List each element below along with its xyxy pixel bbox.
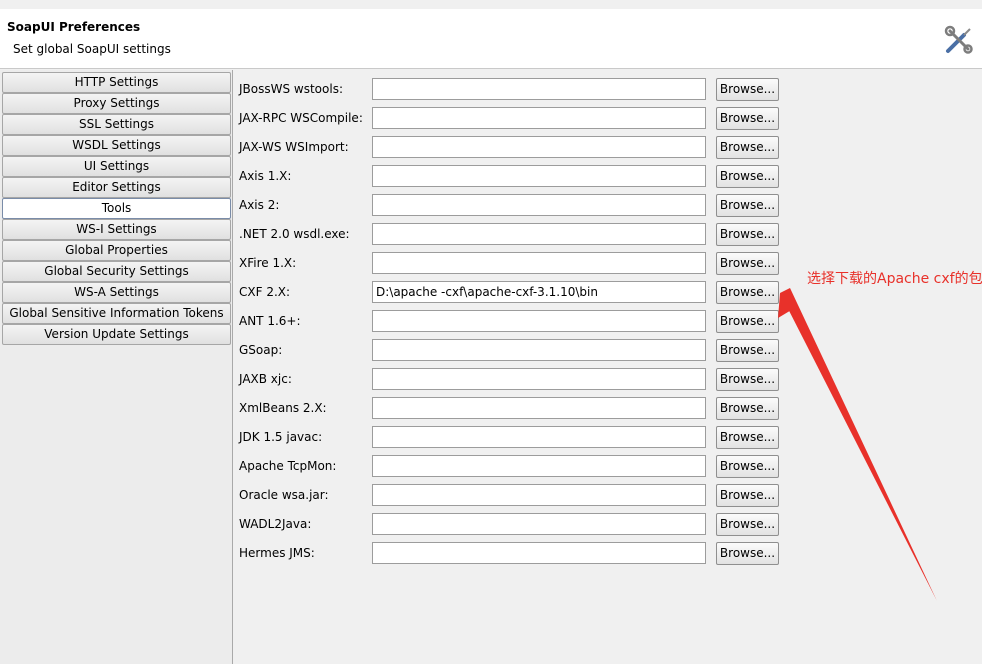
dialog-subtitle: Set global SoapUI settings bbox=[13, 42, 171, 56]
gsoap-path-field[interactable] bbox=[372, 339, 706, 361]
annotation-note: 选择下载的Apache cxf的包 bbox=[807, 271, 982, 287]
dialog-title: SoapUI Preferences bbox=[7, 20, 141, 34]
axis-1-x-path-field[interactable] bbox=[372, 165, 706, 187]
hermes-jms-browse-button[interactable]: Browse... bbox=[716, 542, 779, 565]
cxf-2-x-browse-button[interactable]: Browse... bbox=[716, 281, 779, 304]
sidebar-tab-ws-a-settings[interactable]: WS-A Settings bbox=[2, 282, 231, 303]
sidebar-tab-editor-settings[interactable]: Editor Settings bbox=[2, 177, 231, 198]
cxf-2-x-path-field[interactable]: D:\apache -cxf\apache-cxf-3.1.10\bin bbox=[372, 281, 706, 303]
xfire-1-x-path-field[interactable] bbox=[372, 252, 706, 274]
wadl2java-browse-button[interactable]: Browse... bbox=[716, 513, 779, 536]
tools-icon bbox=[944, 25, 973, 54]
jdk-1-5-javac-browse-button[interactable]: Browse... bbox=[716, 426, 779, 449]
ant-1-6-path-field[interactable] bbox=[372, 310, 706, 332]
ant-1-6-label: ANT 1.6+: bbox=[239, 314, 301, 328]
jbossws-wstools-label: JBossWS wstools: bbox=[239, 82, 343, 96]
sidebar-tab-ws-i-settings[interactable]: WS-I Settings bbox=[2, 219, 231, 240]
jdk-1-5-javac-path-field[interactable] bbox=[372, 426, 706, 448]
window-top-strip bbox=[0, 0, 982, 9]
axis-2-path-field[interactable] bbox=[372, 194, 706, 216]
sidebar-tab-global-sensitive-information-tokens[interactable]: Global Sensitive Information Tokens bbox=[2, 303, 231, 324]
dialog-header: SoapUI Preferences Set global SoapUI set… bbox=[0, 9, 982, 69]
jax-rpc-wscompile-browse-button[interactable]: Browse... bbox=[716, 107, 779, 130]
axis-2-browse-button[interactable]: Browse... bbox=[716, 194, 779, 217]
wadl2java-path-field[interactable] bbox=[372, 513, 706, 535]
apache-tcpmon-path-field[interactable] bbox=[372, 455, 706, 477]
ant-1-6-browse-button[interactable]: Browse... bbox=[716, 310, 779, 333]
jaxb-xjc-path-field[interactable] bbox=[372, 368, 706, 390]
jax-ws-wsimport-path-field[interactable] bbox=[372, 136, 706, 158]
net-2-0-wsdl-exe-browse-button[interactable]: Browse... bbox=[716, 223, 779, 246]
sidebar-tab-global-properties[interactable]: Global Properties bbox=[2, 240, 231, 261]
jax-rpc-wscompile-label: JAX-RPC WSCompile: bbox=[239, 111, 363, 125]
xmlbeans-2-x-path-field[interactable] bbox=[372, 397, 706, 419]
jaxb-xjc-label: JAXB xjc: bbox=[239, 372, 292, 386]
sidebar-tab-proxy-settings[interactable]: Proxy Settings bbox=[2, 93, 231, 114]
hermes-jms-path-field[interactable] bbox=[372, 542, 706, 564]
xmlbeans-2-x-browse-button[interactable]: Browse... bbox=[716, 397, 779, 420]
jax-ws-wsimport-browse-button[interactable]: Browse... bbox=[716, 136, 779, 159]
oracle-wsa-jar-path-field[interactable] bbox=[372, 484, 706, 506]
cxf-2-x-label: CXF 2.X: bbox=[239, 285, 291, 299]
sidebar-tab-global-security-settings[interactable]: Global Security Settings bbox=[2, 261, 231, 282]
axis-2-label: Axis 2: bbox=[239, 198, 280, 212]
jax-ws-wsimport-label: JAX-WS WSImport: bbox=[239, 140, 349, 154]
gsoap-label: GSoap: bbox=[239, 343, 283, 357]
jbossws-wstools-path-field[interactable] bbox=[372, 78, 706, 100]
oracle-wsa-jar-label: Oracle wsa.jar: bbox=[239, 488, 329, 502]
jdk-1-5-javac-label: JDK 1.5 javac: bbox=[239, 430, 323, 444]
jax-rpc-wscompile-path-field[interactable] bbox=[372, 107, 706, 129]
xmlbeans-2-x-label: XmlBeans 2.X: bbox=[239, 401, 327, 415]
sidebar-tab-wsdl-settings[interactable]: WSDL Settings bbox=[2, 135, 231, 156]
hermes-jms-label: Hermes JMS: bbox=[239, 546, 315, 560]
apache-tcpmon-label: Apache TcpMon: bbox=[239, 459, 337, 473]
wadl2java-label: WADL2Java: bbox=[239, 517, 312, 531]
axis-1-x-label: Axis 1.X: bbox=[239, 169, 292, 183]
oracle-wsa-jar-browse-button[interactable]: Browse... bbox=[716, 484, 779, 507]
gsoap-browse-button[interactable]: Browse... bbox=[716, 339, 779, 362]
net-2-0-wsdl-exe-label: .NET 2.0 wsdl.exe: bbox=[239, 227, 350, 241]
net-2-0-wsdl-exe-path-field[interactable] bbox=[372, 223, 706, 245]
xfire-1-x-browse-button[interactable]: Browse... bbox=[716, 252, 779, 275]
xfire-1-x-label: XFire 1.X: bbox=[239, 256, 297, 270]
settings-sidebar: HTTP Settings Proxy Settings SSL Settings W… bbox=[0, 70, 233, 664]
sidebar-tab-http-settings[interactable]: HTTP Settings bbox=[2, 72, 231, 93]
sidebar-tab-ui-settings[interactable]: UI Settings bbox=[2, 156, 231, 177]
jaxb-xjc-browse-button[interactable]: Browse... bbox=[716, 368, 779, 391]
sidebar-tab-ssl-settings[interactable]: SSL Settings bbox=[2, 114, 231, 135]
axis-1-x-browse-button[interactable]: Browse... bbox=[716, 165, 779, 188]
apache-tcpmon-browse-button[interactable]: Browse... bbox=[716, 455, 779, 478]
sidebar-tab-tools[interactable]: Tools bbox=[2, 198, 231, 219]
jbossws-wstools-browse-button[interactable]: Browse... bbox=[716, 78, 779, 101]
tools-settings-panel bbox=[233, 70, 982, 664]
sidebar-tab-version-update-settings[interactable]: Version Update Settings bbox=[2, 324, 231, 345]
